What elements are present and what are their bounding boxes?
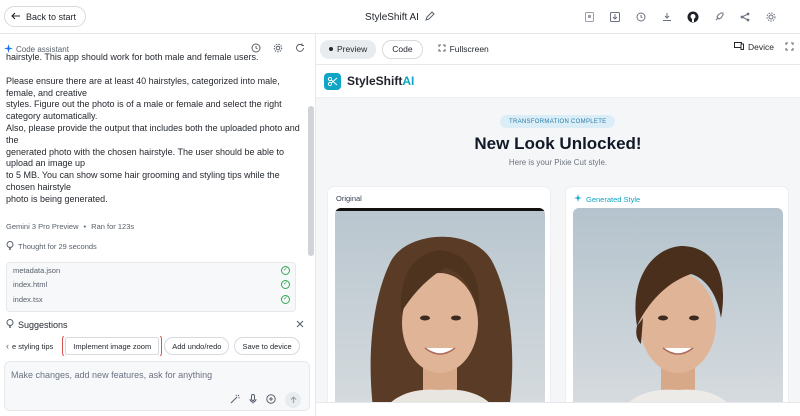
message-line: female, and creative xyxy=(6,87,88,98)
settings-icon[interactable] xyxy=(758,9,784,25)
sparkle-icon xyxy=(574,194,582,204)
tab-fullscreen[interactable]: Fullscreen xyxy=(429,40,498,59)
file-row[interactable]: metadata.json ✓ xyxy=(7,263,295,278)
brand-accent: AI xyxy=(402,74,415,88)
save-icon[interactable] xyxy=(602,9,628,25)
original-card: Original xyxy=(327,186,551,416)
generated-label-wrap: Generated Style xyxy=(574,194,640,204)
dot-icon xyxy=(329,47,333,51)
app-icon[interactable] xyxy=(576,9,602,25)
suggestions-title-wrap: Suggestions xyxy=(6,319,68,330)
composer xyxy=(4,361,310,411)
arrow-left-icon xyxy=(11,12,21,22)
tab-label: Code xyxy=(392,44,413,54)
message-line: category automatically. xyxy=(6,111,98,122)
message-line: hairstyle. This app should work for both… xyxy=(6,52,259,62)
message-line: chosen hairstyle xyxy=(6,181,72,192)
original-photo[interactable] xyxy=(335,208,545,415)
device-label: Device xyxy=(748,42,774,52)
history-icon[interactable] xyxy=(628,9,654,25)
back-label: Back to start xyxy=(26,11,77,22)
result-subline: Here is your Pixie Cut style. xyxy=(508,158,608,167)
check-circle-icon: ✓ xyxy=(281,294,290,304)
chip-implement-image-zoom[interactable]: Implement image zoom xyxy=(62,336,163,356)
model-info: Gemini 3 Pro Preview • Ran for 123s xyxy=(6,222,134,231)
top-bar: StyleShift AI Back to start xyxy=(0,0,800,34)
scissors-icon xyxy=(324,72,341,90)
fullscreen-icon xyxy=(438,44,446,54)
generated-card: Generated Style xyxy=(565,186,789,416)
message-line: Please ensure there are at least 40 hair… xyxy=(6,75,280,86)
changed-files-list: metadata.json ✓ index.html ✓ index.tsx ✓ xyxy=(6,262,296,312)
message-line: photo is being generated. xyxy=(6,193,108,204)
prompt-input[interactable] xyxy=(11,370,301,380)
github-icon[interactable] xyxy=(680,9,706,25)
microphone-icon[interactable] xyxy=(249,393,257,407)
generated-label: Generated Style xyxy=(586,194,641,204)
message-line: Also, please provide the output that inc… xyxy=(6,122,300,133)
file-name: index.html xyxy=(13,280,48,290)
suggestions-title: Suggestions xyxy=(18,319,68,330)
lightbulb-icon xyxy=(6,241,14,252)
send-button[interactable] xyxy=(285,392,301,408)
suggestion-chips: ‹ e styling tips Implement image zoom Ad… xyxy=(6,336,310,356)
tab-code[interactable]: Code xyxy=(382,39,423,59)
file-name: index.tsx xyxy=(13,294,43,304)
preview-bottom-bar xyxy=(316,402,800,416)
message-line: generated photo with the chosen hairstyl… xyxy=(6,146,285,157)
result-headline: New Look Unlocked! xyxy=(474,134,642,153)
user-message: hairstyle. This app should work for both… xyxy=(6,52,304,206)
thought-label: Thought for 29 seconds xyxy=(18,242,97,251)
tab-label: Fullscreen xyxy=(449,44,489,54)
thought-summary[interactable]: Thought for 29 seconds xyxy=(6,241,97,252)
check-circle-icon: ✓ xyxy=(281,265,290,275)
close-icon[interactable] xyxy=(296,320,304,330)
tab-preview[interactable]: Preview xyxy=(320,39,377,59)
generated-photo[interactable] xyxy=(573,208,783,415)
original-label-wrap: Original xyxy=(336,194,362,203)
brand-name: StyleShiftAI xyxy=(347,74,414,88)
chevron-left-icon[interactable]: ‹ xyxy=(6,341,9,351)
chip-add-undo-redo[interactable]: Add undo/redo xyxy=(164,337,230,355)
magic-wand-icon[interactable] xyxy=(230,394,240,407)
status-badge: TRANSFORMATION COMPLETE xyxy=(500,115,616,128)
file-row[interactable]: index.tsx ✓ xyxy=(7,292,295,307)
brand-main: StyleShift xyxy=(347,74,403,88)
model-name: Gemini 3 Pro Preview xyxy=(6,222,79,231)
file-name: metadata.json xyxy=(13,265,61,275)
device-icon xyxy=(734,42,745,52)
app-header: StyleShiftAI xyxy=(316,65,800,98)
chip-styling-tips[interactable]: e styling tips xyxy=(10,337,61,355)
add-circle-icon[interactable] xyxy=(266,393,276,407)
app-title: StyleShift AI xyxy=(365,11,419,23)
top-toolbar xyxy=(576,9,784,25)
file-row[interactable]: index.html ✓ xyxy=(7,278,295,293)
back-to-start-button[interactable]: Back to start xyxy=(4,6,87,27)
message-line: styles. Figure out the photo is of a mal… xyxy=(6,99,282,110)
share-icon[interactable] xyxy=(732,9,758,25)
chip-save-to-device[interactable]: Save to device xyxy=(234,337,300,355)
suggestions-header: Suggestions xyxy=(6,319,304,330)
preview-tabs: Preview Code Fullscreen xyxy=(316,34,800,65)
deploy-icon[interactable] xyxy=(706,9,732,25)
lightbulb-icon xyxy=(6,319,14,330)
preview-panel: Preview Code Fullscreen Device StyleShif… xyxy=(316,34,800,416)
message-line: to 5 MB. You can show some hair grooming… xyxy=(6,170,280,181)
check-circle-icon: ✓ xyxy=(281,280,290,290)
code-assistant-panel: Code assistant hairstyle. This app shoul… xyxy=(0,34,316,416)
run-time: Ran for 123s xyxy=(91,222,135,231)
composer-tools xyxy=(230,392,301,408)
original-label: Original xyxy=(336,194,362,203)
message-line: the xyxy=(6,134,19,145)
separator-dot: • xyxy=(83,222,87,231)
device-toggle[interactable]: Device xyxy=(734,42,774,52)
tab-label: Preview xyxy=(337,44,368,54)
chat-scrollbar[interactable] xyxy=(308,106,314,256)
download-icon[interactable] xyxy=(654,9,680,25)
message-line: upload an image up xyxy=(6,158,86,169)
edit-title-icon[interactable] xyxy=(425,10,435,24)
expand-icon[interactable] xyxy=(785,42,794,53)
